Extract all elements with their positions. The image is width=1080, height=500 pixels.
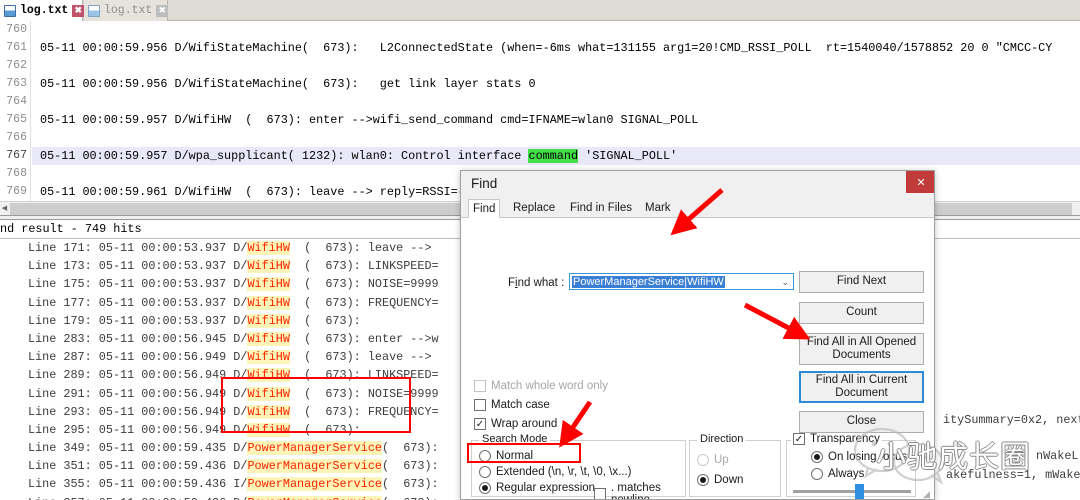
arrow-to-find-all-in-current-document — [743, 302, 811, 340]
arrow-to-find-what-input — [670, 188, 724, 236]
annotation-arrows — [559, 188, 811, 448]
notepadpp-window: log.txt ✖ log.txt ✖ 760 761 762 763 764 … — [0, 0, 1080, 500]
arrow-to-regular-expression — [559, 400, 593, 448]
